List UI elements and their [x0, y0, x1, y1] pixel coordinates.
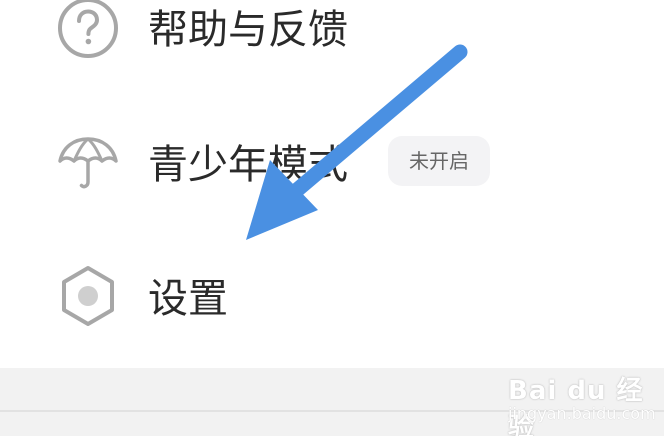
menu-item-teen-mode[interactable]: 青少年模式: [0, 112, 664, 212]
menu-item-label: 设置: [148, 276, 228, 322]
app-screen: 帮助与反馈 青少年模式 未开启 设置 Bai du 经验 jingyan.bai…: [0, 0, 664, 436]
watermark: Bai du 经验 jingyan.baidu.com: [508, 368, 658, 436]
watermark-brand: Bai du 经验: [508, 376, 644, 436]
watermark-url: jingyan.baidu.com: [508, 404, 656, 423]
hexagon-settings-icon: [62, 266, 114, 326]
menu-item-help-feedback[interactable]: 帮助与反馈: [0, 0, 664, 100]
menu-card: 帮助与反馈 青少年模式 未开启 设置: [0, 0, 664, 368]
menu-item-settings[interactable]: 设置: [0, 250, 664, 350]
umbrella-icon: [58, 137, 118, 189]
question-circle-icon: [58, 0, 118, 58]
menu-item-label: 青少年模式: [148, 142, 348, 188]
menu-item-label: 帮助与反馈: [148, 7, 348, 53]
teen-mode-status-badge: 未开启: [388, 136, 490, 186]
